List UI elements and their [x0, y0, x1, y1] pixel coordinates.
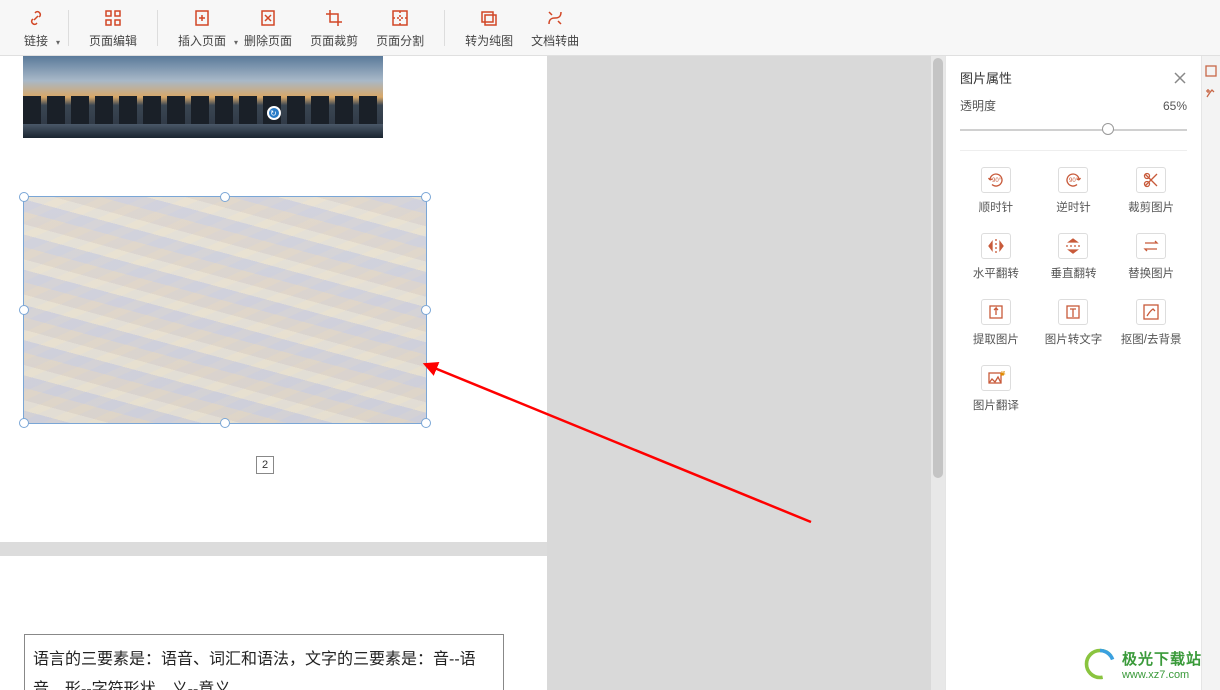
- extract-icon: [981, 299, 1011, 325]
- resize-handle[interactable]: [421, 305, 431, 315]
- gutter: [547, 56, 945, 690]
- extract-image-button[interactable]: 提取图片: [960, 299, 1032, 347]
- rotate-cw-icon: 90°: [981, 167, 1011, 193]
- flip-v-button[interactable]: 垂直翻转: [1038, 233, 1110, 281]
- resize-handle[interactable]: [220, 418, 230, 428]
- translate-icon: 译: [981, 365, 1011, 391]
- slider-track: [960, 129, 1187, 131]
- dropdown-caret-icon: ▾: [56, 38, 60, 47]
- grid-icon: [102, 7, 124, 29]
- rotate-cw-button[interactable]: 90° 顺时针: [960, 167, 1032, 215]
- split-icon: [389, 7, 411, 29]
- city-image: [24, 197, 426, 423]
- toolbar-insert-page[interactable]: 插入页面 ▾: [172, 5, 232, 51]
- flip-h-icon: [981, 233, 1011, 259]
- cutout-button[interactable]: 抠图/去背景: [1115, 299, 1187, 347]
- toolbar-crop-page[interactable]: 页面裁剪: [304, 5, 364, 51]
- to-image-icon: [478, 7, 500, 29]
- resize-handle[interactable]: [421, 192, 431, 202]
- page-number: 2: [256, 456, 274, 474]
- panel-title: 图片属性: [960, 68, 1012, 87]
- cutout-icon: [1136, 299, 1166, 325]
- watermark-logo-icon: [1082, 646, 1118, 682]
- flip-v-icon: [1058, 233, 1088, 259]
- resize-handle[interactable]: [220, 192, 230, 202]
- image-properties-panel: 图片属性 透明度 65% 90° 顺时针 90° 逆时针 裁剪图片: [945, 56, 1201, 690]
- watermark-name: 极光下载站: [1122, 648, 1202, 669]
- close-icon[interactable]: [1173, 71, 1187, 85]
- resize-handle[interactable]: [421, 418, 431, 428]
- strip-icon-2[interactable]: [1204, 86, 1218, 100]
- delete-page-icon: [257, 7, 279, 29]
- resize-handle[interactable]: [19, 305, 29, 315]
- opacity-slider[interactable]: [960, 122, 1187, 136]
- paragraph-text[interactable]: 语言的三要素是：语音、词汇和语法，文字的三要素是：音--语音、形--字符形状、义…: [24, 634, 504, 690]
- toolbar-link[interactable]: 链接 ▾: [18, 5, 54, 51]
- resize-handle[interactable]: [19, 192, 29, 202]
- toolbar-divider: [68, 10, 69, 46]
- right-strip: [1201, 56, 1220, 690]
- strip-icon-1[interactable]: [1204, 64, 1218, 78]
- scrollbar-thumb[interactable]: [933, 58, 943, 478]
- toolbar-to-curves[interactable]: 文档转曲: [525, 5, 585, 51]
- watermark-url: www.xz7.com: [1122, 669, 1202, 681]
- watermark: 极光下载站 www.xz7.com: [1082, 646, 1202, 682]
- resize-handle[interactable]: [19, 418, 29, 428]
- svg-text:译: 译: [1000, 371, 1005, 378]
- page-1: ↻ 2: [0, 56, 547, 542]
- crop-image-button[interactable]: 裁剪图片: [1115, 167, 1187, 215]
- toolbar-delete-page[interactable]: 删除页面: [238, 5, 298, 51]
- rotate-ccw-icon: 90°: [1058, 167, 1088, 193]
- toolbar-divider: [444, 10, 445, 46]
- page-2: 语言的三要素是：语音、词汇和语法，文字的三要素是：音--语音、形--字符形状、义…: [0, 556, 547, 690]
- ocr-icon: [1058, 299, 1088, 325]
- document-area[interactable]: ↻ 2 语言的三要素是：语音、词汇和语法，文字的三要素是：音--语音、形--字符…: [0, 56, 547, 690]
- flip-h-button[interactable]: 水平翻转: [960, 233, 1032, 281]
- replace-icon: [1136, 233, 1166, 259]
- svg-text:90°: 90°: [992, 178, 1002, 184]
- toolbar: 链接 ▾ 页面编辑 插入页面 ▾ 删除页面 页面裁剪 页面分割 转为纯图 文档转…: [0, 0, 1220, 56]
- opacity-value: 65%: [1163, 99, 1187, 113]
- toolbar-to-image[interactable]: 转为纯图: [459, 5, 519, 51]
- toolbar-page-edit[interactable]: 页面编辑: [83, 5, 143, 51]
- rotate-handle-icon[interactable]: ↻: [267, 106, 281, 120]
- crop-image-icon: [1136, 167, 1166, 193]
- rotate-ccw-button[interactable]: 90° 逆时针: [1038, 167, 1110, 215]
- translate-image-button[interactable]: 译 图片翻译: [960, 365, 1032, 413]
- toolbar-divider: [157, 10, 158, 46]
- slider-knob[interactable]: [1102, 123, 1114, 135]
- insert-page-icon: [191, 7, 213, 29]
- panel-divider: [960, 150, 1187, 151]
- replace-image-button[interactable]: 替换图片: [1115, 233, 1187, 281]
- crop-icon: [323, 7, 345, 29]
- ocr-button[interactable]: 图片转文字: [1038, 299, 1110, 347]
- opacity-label: 透明度: [960, 97, 996, 114]
- scrollbar-track[interactable]: [931, 56, 945, 690]
- toolbar-split-page[interactable]: 页面分割: [370, 5, 430, 51]
- curves-icon: [544, 7, 566, 29]
- selected-image[interactable]: [23, 196, 427, 424]
- link-icon: [25, 7, 47, 29]
- main-row: ↻ 2 语言的三要素是：语音、词汇和语法，文字的三要素是：音--语音、形--字符…: [0, 56, 1220, 690]
- top-image[interactable]: [23, 56, 383, 138]
